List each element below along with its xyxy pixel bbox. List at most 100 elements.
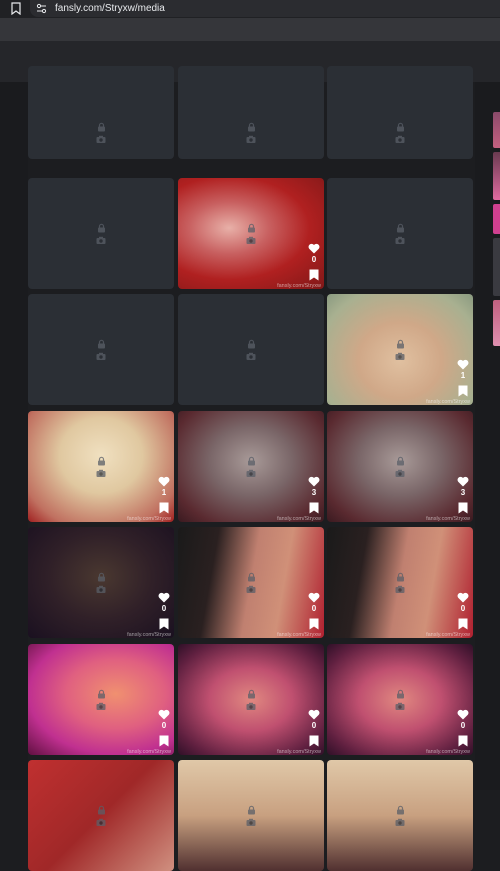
heart-icon[interactable] <box>158 709 170 720</box>
media-tile[interactable]: 0 fansly.com/Stryxw <box>178 178 324 289</box>
save-icon[interactable] <box>458 385 468 397</box>
save-icon[interactable] <box>309 502 319 514</box>
locked-indicator <box>96 572 106 593</box>
media-stats: 0 <box>158 592 170 630</box>
heart-icon[interactable] <box>457 592 469 603</box>
media-tile[interactable] <box>327 760 473 871</box>
camera-icon <box>246 585 256 593</box>
media-stats: 0 <box>308 592 320 630</box>
save-icon[interactable] <box>458 735 468 747</box>
lock-icon <box>97 689 105 698</box>
camera-icon <box>96 236 106 244</box>
camera-icon <box>96 469 106 477</box>
heart-icon[interactable] <box>457 709 469 720</box>
heart-icon[interactable] <box>308 243 320 254</box>
lock-icon <box>396 805 404 814</box>
watermark: fansly.com/Stryxw <box>277 749 321 755</box>
locked-indicator <box>246 689 256 710</box>
locked-indicator <box>246 339 256 360</box>
watermark: fansly.com/Stryxw <box>426 399 470 405</box>
site-settings-icon[interactable] <box>36 3 47 14</box>
lock-icon <box>247 223 255 232</box>
watermark: fansly.com/Stryxw <box>277 283 321 289</box>
side-thumbnail[interactable] <box>493 204 500 234</box>
locked-indicator <box>395 572 405 593</box>
camera-icon <box>395 469 405 477</box>
media-stats: 0 <box>158 709 170 747</box>
lock-icon <box>97 122 105 132</box>
save-icon[interactable] <box>458 618 468 630</box>
media-tile[interactable]: 0 fansly.com/Stryxw <box>28 644 174 755</box>
locked-media-tile[interactable] <box>28 294 174 405</box>
media-stats: 3 <box>308 476 320 514</box>
save-icon[interactable] <box>309 618 319 630</box>
camera-icon <box>395 585 405 593</box>
heart-icon[interactable] <box>308 709 320 720</box>
heart-icon[interactable] <box>158 476 170 487</box>
like-count: 0 <box>161 721 167 730</box>
media-stats: 1 <box>457 359 469 397</box>
save-icon[interactable] <box>159 618 169 630</box>
locked-media-tile[interactable] <box>327 178 473 289</box>
lock-icon <box>396 122 404 132</box>
lock-icon <box>396 572 404 581</box>
heart-icon[interactable] <box>457 476 469 487</box>
camera-icon <box>395 352 405 360</box>
locked-media-tile[interactable] <box>327 66 473 159</box>
save-icon[interactable] <box>309 269 319 281</box>
media-tile[interactable]: 1 fansly.com/Stryxw <box>327 294 473 405</box>
side-thumbnail[interactable] <box>493 152 500 200</box>
lock-icon <box>97 339 105 348</box>
like-count: 0 <box>311 604 317 613</box>
locked-media-tile[interactable] <box>178 66 324 159</box>
side-thumbnail[interactable] <box>493 300 500 346</box>
lock-icon <box>247 456 255 465</box>
camera-icon <box>96 702 106 710</box>
watermark: fansly.com/Stryxw <box>127 749 171 755</box>
locked-media-tile[interactable] <box>178 294 324 405</box>
watermark: fansly.com/Stryxw <box>426 516 470 522</box>
locked-indicator <box>246 223 256 244</box>
locked-indicator <box>395 223 405 244</box>
save-icon[interactable] <box>309 735 319 747</box>
side-thumbnail[interactable] <box>493 112 500 148</box>
like-count: 0 <box>311 255 317 264</box>
media-tile[interactable]: 0 fansly.com/Stryxw <box>28 527 174 638</box>
media-tile[interactable]: 0 fansly.com/Stryxw <box>327 527 473 638</box>
like-count: 1 <box>161 488 167 497</box>
bookmark-icon[interactable] <box>11 2 21 15</box>
tab-strip <box>0 18 500 41</box>
heart-icon[interactable] <box>457 359 469 370</box>
url-text[interactable]: fansly.com/Stryxw/media <box>55 2 165 15</box>
save-icon[interactable] <box>458 502 468 514</box>
heart-icon[interactable] <box>308 476 320 487</box>
locked-indicator <box>96 805 106 826</box>
media-tile[interactable]: 0 fansly.com/Stryxw <box>327 644 473 755</box>
locked-indicator <box>96 456 106 477</box>
save-icon[interactable] <box>159 735 169 747</box>
media-tile[interactable] <box>178 760 324 871</box>
lock-icon <box>396 223 404 232</box>
like-count: 0 <box>460 604 466 613</box>
media-tile[interactable]: 3 fansly.com/Stryxw <box>178 411 324 522</box>
media-tile[interactable]: 0 fansly.com/Stryxw <box>178 644 324 755</box>
locked-indicator <box>96 122 106 143</box>
lock-icon <box>247 805 255 814</box>
media-tile[interactable]: 3 fansly.com/Stryxw <box>327 411 473 522</box>
camera-icon <box>395 135 405 143</box>
media-tile[interactable]: 0 fansly.com/Stryxw <box>178 527 324 638</box>
save-icon[interactable] <box>159 502 169 514</box>
media-stats: 0 <box>457 592 469 630</box>
camera-icon <box>96 818 106 826</box>
heart-icon[interactable] <box>158 592 170 603</box>
heart-icon[interactable] <box>308 592 320 603</box>
locked-media-tile[interactable] <box>28 66 174 159</box>
media-tile[interactable] <box>28 760 174 871</box>
left-margin <box>0 82 28 790</box>
media-tile[interactable]: 1 fansly.com/Stryxw <box>28 411 174 522</box>
side-thumbnail[interactable] <box>493 238 500 296</box>
like-count: 0 <box>161 604 167 613</box>
camera-icon <box>395 818 405 826</box>
lock-icon <box>396 339 404 348</box>
locked-media-tile[interactable] <box>28 178 174 289</box>
